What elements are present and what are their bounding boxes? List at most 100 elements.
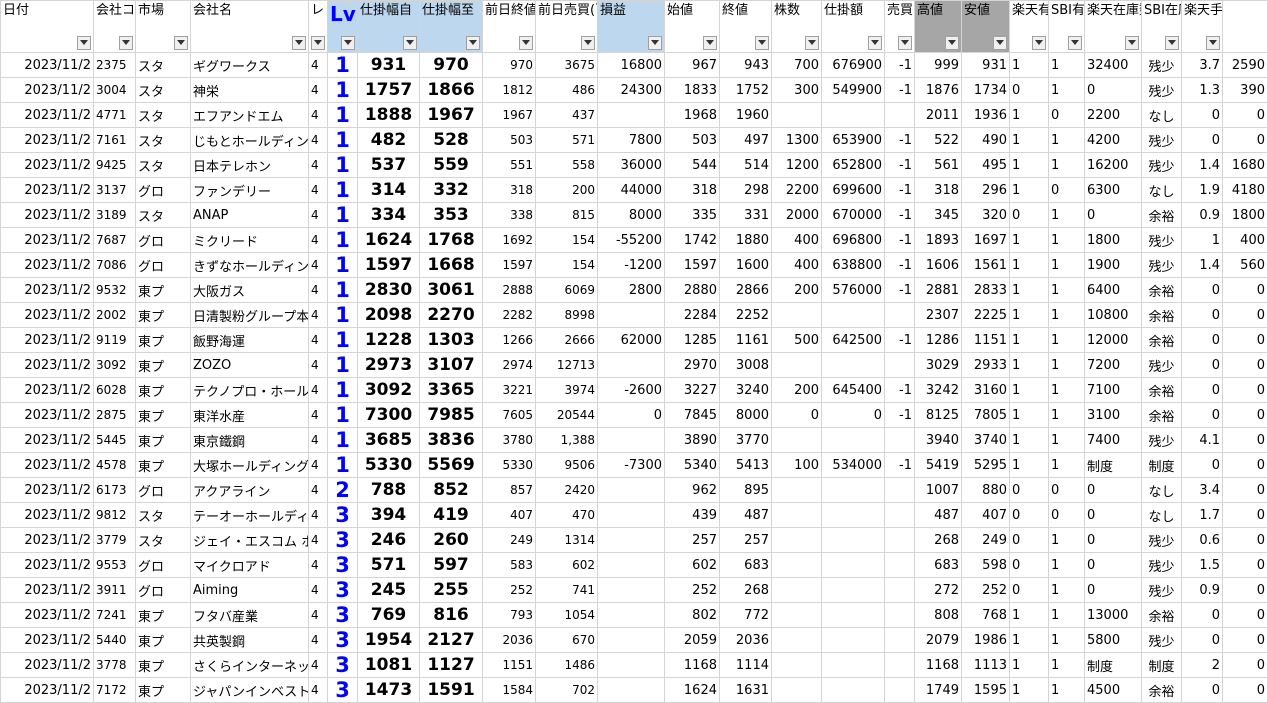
cell-amount[interactable]: 699600: [821, 177, 885, 203]
cell-rmax[interactable]: 559: [419, 152, 483, 178]
filter-dropdown-icon[interactable]: [868, 36, 882, 50]
cell-sbi_avail[interactable]: 1: [1048, 452, 1085, 478]
cell-high[interactable]: 2079: [914, 627, 962, 653]
cell-rakuten_stock[interactable]: 0: [1084, 502, 1142, 528]
cell-shares[interactable]: [771, 527, 822, 553]
cell-lv[interactable]: 3: [327, 502, 358, 528]
cell-low[interactable]: 296: [961, 177, 1010, 203]
cell-rmax[interactable]: 2127: [419, 627, 483, 653]
cell-name[interactable]: 日本テレホン: [190, 152, 309, 178]
cell-fee[interactable]: 0: [1222, 302, 1267, 328]
cell-sbi_avail[interactable]: 1: [1048, 202, 1085, 228]
cell-code[interactable]: 9553: [93, 552, 136, 578]
cell-low[interactable]: 5295: [961, 452, 1010, 478]
cell-date[interactable]: 2023/11/2: [0, 177, 94, 203]
cell-rakuten_avail[interactable]: 1: [1009, 402, 1049, 428]
cell-fee_rate[interactable]: 0: [1181, 277, 1223, 303]
cell-rakuten_stock[interactable]: 1800: [1084, 227, 1142, 253]
cell-rmin[interactable]: 246: [357, 527, 420, 553]
cell-rmax[interactable]: 3365: [419, 377, 483, 403]
cell-lv[interactable]: 1: [327, 452, 358, 478]
cell-name[interactable]: ZOZO: [190, 352, 309, 378]
cell-rakuten_avail[interactable]: 0: [1009, 527, 1049, 553]
cell-fee[interactable]: 0: [1222, 352, 1267, 378]
cell-market[interactable]: 東プ: [135, 352, 191, 378]
filter-dropdown-icon[interactable]: [174, 36, 188, 50]
cell-sbi_stock[interactable]: 余裕: [1141, 327, 1182, 353]
cell-prev_close[interactable]: 1266: [482, 327, 536, 353]
cell-rmin[interactable]: 314: [357, 177, 420, 203]
cell-shares[interactable]: 2200: [771, 177, 822, 203]
cell-prev_volume[interactable]: 154: [535, 252, 598, 278]
cell-rakuten_stock[interactable]: 7200: [1084, 352, 1142, 378]
cell-name[interactable]: さくらインターネット: [190, 652, 309, 678]
cell-sbi_avail[interactable]: 0: [1048, 177, 1085, 203]
cell-fee_rate[interactable]: 0: [1181, 452, 1223, 478]
cell-level[interactable]: 4: [308, 77, 328, 103]
cell-market[interactable]: 東プ: [135, 277, 191, 303]
cell-fee_rate[interactable]: 4.1: [1181, 427, 1223, 453]
cell-level[interactable]: 4: [308, 102, 328, 128]
cell-prev_volume[interactable]: 6069: [535, 277, 598, 303]
cell-market[interactable]: 東プ: [135, 302, 191, 328]
cell-code[interactable]: 3004: [93, 77, 136, 103]
cell-level[interactable]: 4: [308, 177, 328, 203]
cell-rakuten_stock[interactable]: 0: [1084, 202, 1142, 228]
cell-pnl[interactable]: [597, 677, 665, 703]
cell-high[interactable]: 999: [914, 52, 962, 78]
cell-fee[interactable]: 0: [1222, 452, 1267, 478]
cell-sbi_avail[interactable]: 1: [1048, 252, 1085, 278]
cell-prev_volume[interactable]: 1,388: [535, 427, 598, 453]
cell-prev_close[interactable]: 1812: [482, 77, 536, 103]
cell-level[interactable]: 4: [308, 252, 328, 278]
cell-sbi_avail[interactable]: 1: [1048, 52, 1085, 78]
cell-level[interactable]: 4: [308, 502, 328, 528]
cell-lv[interactable]: 1: [327, 52, 358, 78]
cell-side[interactable]: [884, 477, 915, 503]
cell-rakuten_stock[interactable]: 0: [1084, 77, 1142, 103]
cell-prev_volume[interactable]: 2420: [535, 477, 598, 503]
cell-amount[interactable]: [821, 552, 885, 578]
cell-close[interactable]: 1631: [719, 677, 772, 703]
cell-name[interactable]: 東洋水産: [190, 402, 309, 428]
cell-rmin[interactable]: 5330: [357, 452, 420, 478]
cell-fee[interactable]: 0: [1222, 477, 1267, 503]
cell-fee[interactable]: 390: [1222, 77, 1267, 103]
cell-fee_rate[interactable]: 0.9: [1181, 577, 1223, 603]
cell-code[interactable]: 7086: [93, 252, 136, 278]
cell-code[interactable]: 6028: [93, 377, 136, 403]
cell-rakuten_stock[interactable]: 13000: [1084, 602, 1142, 628]
cell-pnl[interactable]: [597, 627, 665, 653]
cell-side[interactable]: [884, 602, 915, 628]
cell-sbi_avail[interactable]: 1: [1048, 327, 1085, 353]
cell-rakuten_avail[interactable]: 1: [1009, 52, 1049, 78]
column-header-shares[interactable]: 株数: [771, 0, 822, 53]
cell-fee[interactable]: 0: [1222, 427, 1267, 453]
cell-fee[interactable]: 0: [1222, 377, 1267, 403]
filter-dropdown-icon[interactable]: [292, 36, 306, 50]
cell-rakuten_avail[interactable]: 1: [1009, 227, 1049, 253]
cell-rmax[interactable]: 970: [419, 52, 483, 78]
cell-high[interactable]: 1286: [914, 327, 962, 353]
cell-prev_volume[interactable]: 3675: [535, 52, 598, 78]
cell-side[interactable]: [884, 102, 915, 128]
cell-low[interactable]: 598: [961, 552, 1010, 578]
cell-high[interactable]: 268: [914, 527, 962, 553]
cell-close[interactable]: 2252: [719, 302, 772, 328]
cell-rakuten_avail[interactable]: 0: [1009, 552, 1049, 578]
cell-close[interactable]: 683: [719, 552, 772, 578]
cell-amount[interactable]: [821, 627, 885, 653]
column-header-prev_volume[interactable]: 前日売買(百万円): [535, 0, 598, 53]
cell-sbi_stock[interactable]: 余裕: [1141, 402, 1182, 428]
cell-shares[interactable]: 700: [771, 52, 822, 78]
cell-lv[interactable]: 2: [327, 477, 358, 503]
cell-name[interactable]: ギグワークス: [190, 52, 309, 78]
cell-date[interactable]: 2023/11/2: [0, 627, 94, 653]
cell-code[interactable]: 9532: [93, 277, 136, 303]
cell-code[interactable]: 2002: [93, 302, 136, 328]
cell-rmin[interactable]: 394: [357, 502, 420, 528]
cell-rmax[interactable]: 597: [419, 552, 483, 578]
cell-prev_volume[interactable]: 8998: [535, 302, 598, 328]
cell-rmin[interactable]: 769: [357, 602, 420, 628]
cell-low[interactable]: 2225: [961, 302, 1010, 328]
